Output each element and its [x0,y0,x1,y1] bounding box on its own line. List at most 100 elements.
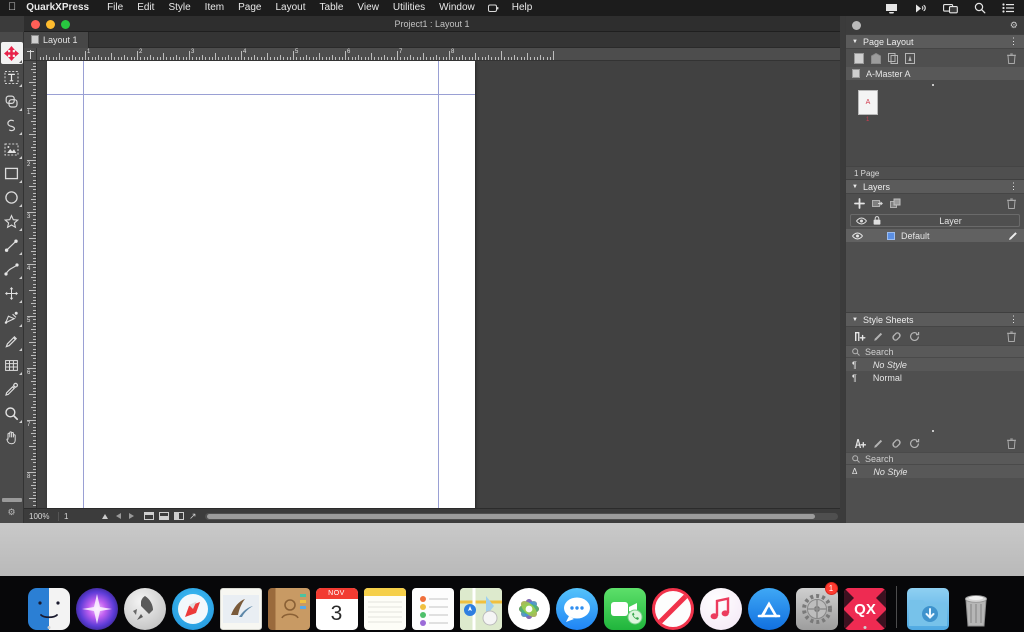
palette-collapse-button[interactable] [852,21,861,30]
trash-icon[interactable] [1007,331,1016,342]
trash-icon[interactable] [1007,53,1016,64]
search-icon[interactable] [966,2,994,14]
dock-item-launchpad[interactable] [123,582,167,630]
master-page-row-a[interactable]: A-Master A [846,67,1024,80]
dock-item-system-preferences[interactable]: 1 [795,582,839,630]
page-thumbnails-area[interactable]: A 1 [846,80,1024,166]
new-style-icon[interactable] [854,331,866,342]
trash-icon[interactable] [1007,198,1016,209]
dock-item-downloads[interactable] [906,582,950,630]
item-tool[interactable] [1,42,23,64]
dock-item-safari[interactable] [171,582,215,630]
character-styles-empty-area[interactable] [846,478,1024,492]
dock-item-maps[interactable] [459,582,503,630]
rectangle-box-tool[interactable] [1,162,23,184]
arrow-right-icon[interactable] [129,513,134,519]
move-item-to-layer-icon[interactable] [872,198,883,209]
blank-facing-page-icon[interactable] [871,53,881,64]
tool-expand-triangle[interactable] [19,156,22,159]
master-page-icon[interactable] [905,53,915,64]
menu-edit[interactable]: Edit [130,0,161,16]
eye-icon[interactable] [856,217,867,225]
menu-page[interactable]: Page [231,0,268,16]
paragraph-style-no-style[interactable]: ¶ No Style [846,358,1024,371]
tool-expand-triangle[interactable] [19,300,22,303]
menu-file[interactable]: File [100,0,130,16]
single-view-button[interactable] [159,512,169,520]
dock-item-contacts[interactable] [267,582,311,630]
layers-empty-area[interactable] [846,242,1024,312]
update-style-icon[interactable] [909,438,920,449]
menu-view[interactable]: View [350,0,386,16]
dock-item-finder[interactable] [27,582,71,630]
picture-content-tool[interactable] [1,90,23,112]
section-header-style-sheets[interactable]: ▼ Style Sheets ⋮ [846,312,1024,327]
dock-item-reminders[interactable] [411,582,455,630]
character-style-no-style[interactable]: Δ No Style [846,465,1024,478]
edit-style-icon[interactable] [873,331,884,342]
split-vertical-view-button[interactable] [174,512,184,520]
dock-item-notes[interactable] [363,582,407,630]
dock-item-siri[interactable] [75,582,119,630]
tool-expand-triangle[interactable] [19,276,22,279]
menu-app-quarkxpress[interactable]: QuarkXPress [25,0,100,16]
picture-box-tool[interactable] [1,138,23,160]
eyedropper-tool[interactable] [1,378,23,400]
menu-table[interactable]: Table [313,0,351,16]
add-layer-icon[interactable] [854,198,865,209]
triangle-up-icon[interactable] [102,514,108,519]
scrollbar-track[interactable] [205,513,838,520]
dock-item-music[interactable] [699,582,743,630]
tool-expand-triangle[interactable] [19,132,22,135]
tab-layout-1[interactable]: Layout 1 [24,32,89,48]
oval-box-tool[interactable] [1,186,23,208]
horizontal-ruler[interactable]: 12345678 [37,48,840,61]
section-header-page-layout[interactable]: ▼ Page Layout ⋮ [846,34,1024,49]
trash-icon[interactable] [1007,438,1016,449]
dock-item-mail[interactable] [219,582,263,630]
tool-expand-triangle[interactable] [19,108,22,111]
tool-expand-triangle[interactable] [19,420,22,423]
panel-resize-dot[interactable] [932,84,934,86]
style-sheets-menu-icon[interactable]: ⋮ [1009,315,1018,324]
menu-window[interactable]: Window [432,0,482,16]
dock-item-restricted[interactable] [651,582,695,630]
tool-expand-triangle[interactable] [19,84,22,87]
dock-item-calendar[interactable]: NOV 3 [315,582,359,630]
tool-expand-triangle[interactable] [19,252,22,255]
tool-expand-triangle[interactable] [19,348,22,351]
page-number-field[interactable]: 1 [58,512,96,521]
gear-icon[interactable]: ⚙ [1010,20,1018,31]
fullscreen-view-button[interactable]: ↗ [189,512,197,521]
gear-icon[interactable]: ⚙ [2,508,22,517]
document-page[interactable] [47,61,475,508]
section-header-layers[interactable]: ▼ Layers ⋮ [846,179,1024,194]
bezier-pen-tool[interactable] [1,306,23,328]
tool-expand-triangle[interactable] [19,372,22,375]
dock-item-photos[interactable] [507,582,551,630]
dock-item-messages[interactable] [555,582,599,630]
pencil-icon[interactable] [1008,231,1018,241]
zoom-level-field[interactable]: 100% [24,512,58,521]
edit-style-icon[interactable] [873,438,884,449]
paragraph-style-normal[interactable]: ¶ Normal [846,371,1024,384]
eye-icon[interactable] [852,232,863,240]
move-points-tool[interactable] [1,282,23,304]
search-input[interactable]: Search [865,347,894,357]
toolbar-resize-handle[interactable] [2,498,22,502]
new-character-style-icon[interactable] [854,438,866,449]
merge-layers-icon[interactable] [890,198,901,209]
battery-icon[interactable] [482,4,505,13]
paragraph-styles-empty-area[interactable] [846,384,1024,434]
tool-expand-triangle[interactable] [19,60,22,63]
horizontal-scrollbar[interactable] [203,509,840,524]
chevron-down-icon[interactable]: ▼ [852,39,858,45]
search-input[interactable]: Search [865,454,894,464]
duplicate-style-icon[interactable] [891,438,902,449]
line-tool[interactable] [1,234,23,256]
bezier-line-tool[interactable] [1,258,23,280]
layers-menu-icon[interactable]: ⋮ [1009,182,1018,191]
ruler-origin-corner[interactable] [24,48,37,61]
pan-tool[interactable] [1,426,23,448]
update-style-icon[interactable] [909,331,920,342]
